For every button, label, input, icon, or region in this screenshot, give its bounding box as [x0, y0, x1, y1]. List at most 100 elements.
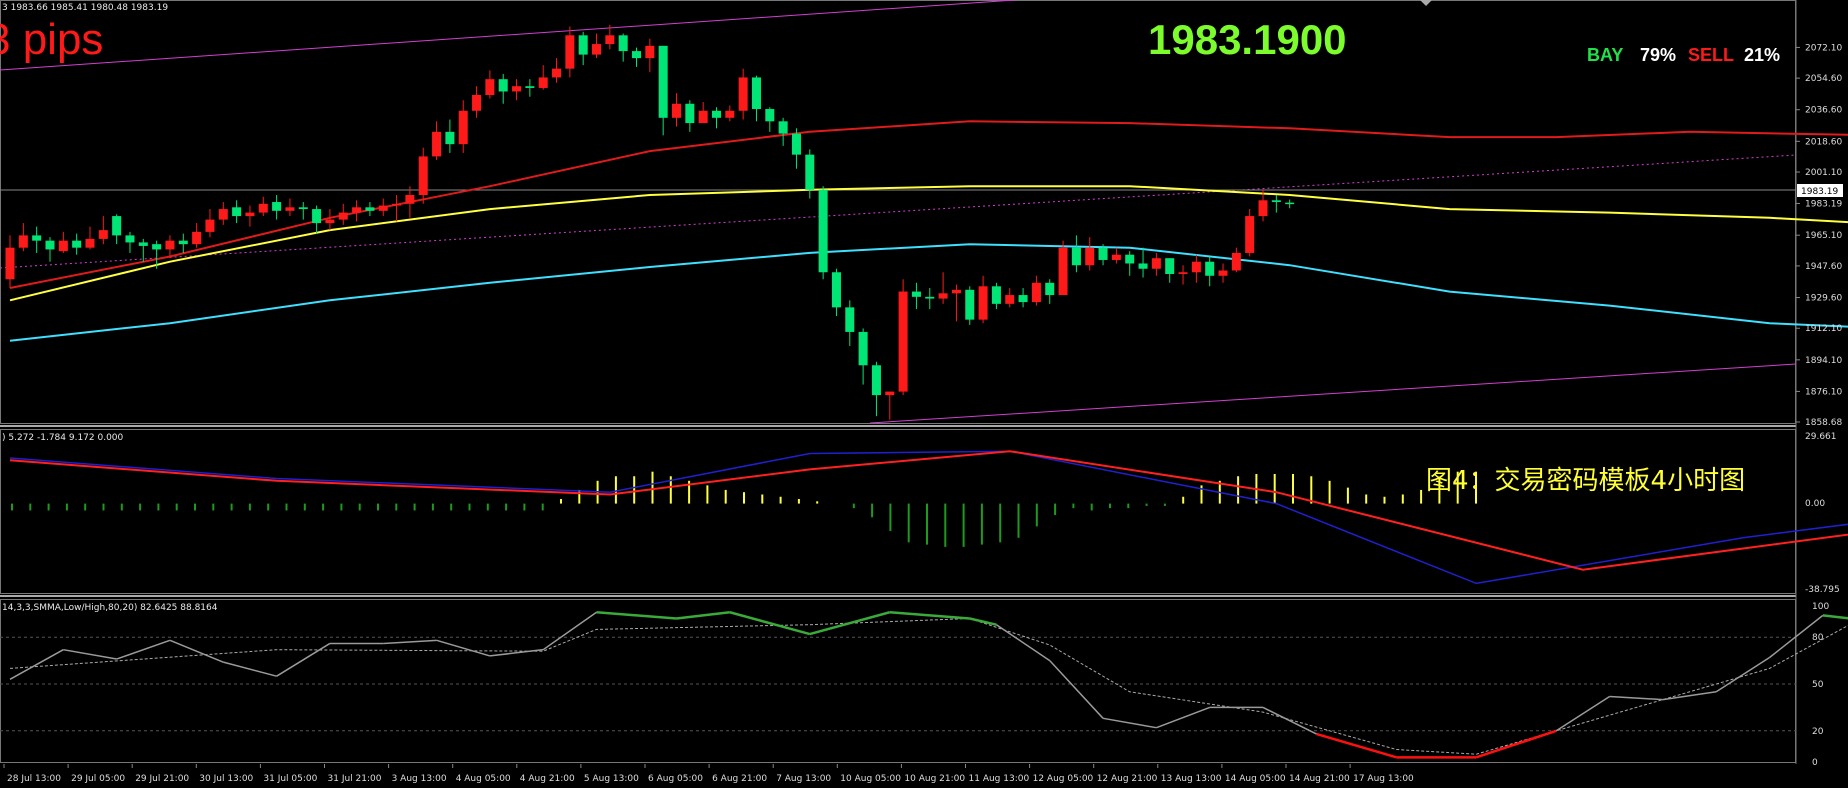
stoch-main-segment [276, 642, 331, 677]
stoch-info: 14,3,3,SMMA,Low/High,80,20) 82.6425 88.8… [2, 603, 218, 613]
candle [272, 195, 282, 220]
candle-body [325, 219, 335, 224]
price-tick-label: 2036.60 [1805, 106, 1842, 116]
candle-body [72, 240, 82, 248]
candle-body [352, 207, 362, 213]
candle-body [871, 365, 881, 396]
candle-body [98, 230, 108, 239]
candle-body [592, 44, 602, 55]
candle [858, 328, 868, 385]
candle [1165, 258, 1175, 283]
candle-body [978, 286, 988, 320]
candle [378, 198, 388, 217]
macd-panel-frame [0, 429, 1796, 594]
candle [258, 196, 268, 217]
candle-body [312, 209, 322, 224]
candle [831, 268, 841, 317]
candle [1191, 254, 1201, 283]
candle-body [258, 203, 268, 213]
candle [778, 117, 788, 146]
candle-body [165, 240, 175, 250]
candle [1205, 256, 1215, 287]
candle [845, 300, 855, 346]
candle-body [1218, 270, 1228, 276]
stoch-main-segment [383, 639, 437, 645]
stoch-main-segment [1102, 717, 1157, 729]
candle [432, 121, 442, 160]
candle [1218, 263, 1228, 283]
time-tick-label: 17 Aug 13:00 [1353, 774, 1414, 784]
candle-body [1191, 261, 1201, 273]
candle [1058, 240, 1068, 296]
time-tick-label: 31 Jul 05:00 [263, 774, 317, 784]
candle [538, 65, 548, 90]
price-tick-label: 1965.10 [1805, 231, 1842, 241]
price-tick-label: 1876.10 [1805, 387, 1842, 397]
candle [965, 286, 975, 325]
candle [805, 149, 815, 199]
candle [698, 102, 708, 124]
stoch-main-segment [1822, 614, 1848, 620]
candle-body [1165, 258, 1175, 275]
stoch-main-segment [63, 648, 117, 660]
candle [645, 38, 655, 73]
ma-cyan-line [9, 243, 1848, 342]
candle [325, 209, 335, 231]
time-tick-label: 14 Aug 05:00 [1225, 774, 1286, 784]
candle [418, 147, 428, 204]
time-tick-label: 7 Aug 13:00 [776, 774, 831, 784]
candle-body [685, 103, 695, 124]
candle [1018, 288, 1028, 308]
candle-body [632, 51, 642, 59]
candle [18, 223, 28, 252]
time-tick-label: 31 Jul 21:00 [328, 774, 382, 784]
candle [458, 100, 468, 153]
price-tick-label: 1912.10 [1805, 324, 1842, 334]
candle [98, 216, 108, 245]
time-tick-label: 4 Aug 21:00 [520, 774, 575, 784]
candle-body [178, 240, 188, 245]
candle [618, 33, 628, 62]
candle-body [1258, 200, 1268, 217]
candle [512, 79, 522, 101]
time-tick-label: 4 Aug 05:00 [456, 774, 511, 784]
sell-label: SELL [1688, 45, 1734, 65]
candle [725, 105, 735, 122]
candle [658, 45, 668, 136]
candle-body [1058, 247, 1068, 296]
candle [938, 272, 948, 304]
candle-body [658, 45, 668, 118]
candle [818, 186, 828, 280]
candle-body [432, 131, 442, 157]
candle-body [472, 94, 482, 111]
candle [871, 361, 881, 417]
candle-body [991, 286, 1001, 304]
candle [178, 233, 188, 253]
candle [632, 47, 642, 67]
candle [298, 202, 308, 220]
candle-body [1178, 272, 1188, 275]
candle-body [245, 212, 255, 217]
candle-body [338, 212, 348, 220]
candle-body [418, 156, 428, 196]
candle [1231, 247, 1241, 273]
candle [592, 33, 602, 59]
candle-body [152, 244, 162, 250]
price-tick-label: 1983.19 [1805, 199, 1842, 209]
candle [565, 26, 575, 78]
stochastic-panel: 1008050200 [0, 602, 1848, 768]
trading-chart[interactable]: 1008050200 2072.102054.602036.602018.602… [0, 0, 1848, 788]
stoch-main-segment [1555, 695, 1611, 732]
candle [338, 203, 348, 225]
price-tick-label: 2001.10 [1805, 168, 1842, 178]
candle [525, 79, 535, 97]
candle-body [578, 35, 588, 55]
macd-scale-mid: 0.00 [1805, 499, 1825, 509]
stoch-level-label: 100 [1812, 602, 1829, 612]
scroll-arrow-icon[interactable] [1420, 0, 1432, 6]
candle-body [1018, 295, 1028, 303]
candle-body [778, 121, 788, 134]
candle [32, 226, 42, 253]
candle [738, 68, 748, 120]
candle [45, 237, 55, 262]
